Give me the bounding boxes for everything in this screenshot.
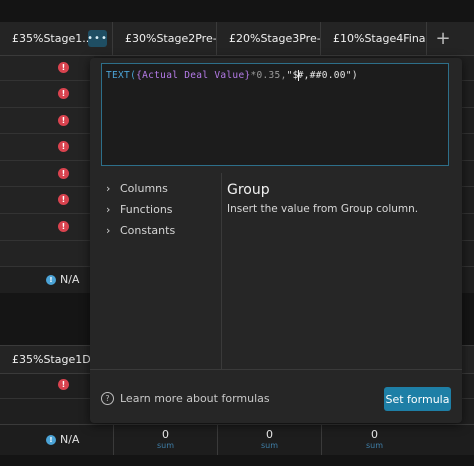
sidebar-item-columns[interactable]: › Columns — [106, 178, 175, 199]
info-description: Insert the value from Group column. — [227, 203, 419, 215]
error-icon[interactable]: ! — [58, 221, 69, 232]
error-icon[interactable]: ! — [58, 88, 69, 99]
formula-field: {Actual Deal Value} — [136, 70, 251, 81]
formula-sidebar: › Columns › Functions › Constants — [106, 178, 175, 241]
column-header-stage1-group[interactable]: £35%Stage1Dep — [0, 346, 95, 373]
learn-more-label: Learn more about formulas — [120, 392, 270, 405]
formula-string: #,##0.00") — [297, 70, 358, 81]
sum-cell[interactable]: 0 sum — [217, 425, 321, 455]
sum-label: sum — [156, 441, 175, 450]
sum-cell[interactable]: 0 sum — [321, 425, 427, 455]
chevron-right-icon: › — [106, 224, 111, 237]
summary-row: ! N/A 0 sum 0 sum 0 sum — [0, 424, 474, 455]
bottom-bar — [0, 455, 474, 466]
sidebar-item-label: Functions — [120, 203, 173, 216]
error-icon[interactable]: ! — [58, 194, 69, 205]
vertical-divider — [221, 173, 222, 369]
info-icon: ! — [46, 274, 56, 285]
sidebar-item-constants[interactable]: › Constants — [106, 220, 175, 241]
column-header-row: £35%Stage1... £30%Stage2Pre-... £20%Stag… — [0, 22, 474, 56]
na-cell: ! N/A — [46, 433, 79, 446]
learn-more-link[interactable]: ? Learn more about formulas — [101, 392, 270, 405]
formula-input[interactable]: TEXT({Actual Deal Value}*0.35,"$#,##0.00… — [101, 63, 449, 166]
grid-column-left — [0, 56, 94, 266]
error-icon[interactable]: ! — [58, 379, 69, 390]
formula-operator: *0.35, — [250, 70, 287, 81]
na-text: N/A — [60, 433, 80, 446]
info-icon: ! — [46, 434, 56, 445]
column-header-stage3[interactable]: £20%Stage3Pre-... — [217, 22, 321, 55]
column-header-label: £10%Stage4Final — [333, 32, 427, 45]
na-text: N/A — [60, 273, 80, 286]
info-title: Group — [227, 182, 270, 198]
add-column-button[interactable]: + — [430, 22, 456, 55]
column-header-label: £35%Stage1... — [12, 32, 93, 45]
column-header-stage2[interactable]: £30%Stage2Pre-... — [113, 22, 217, 55]
error-icon[interactable]: ! — [58, 62, 69, 73]
formula-editor-popup: TEXT({Actual Deal Value}*0.35,"$#,##0.00… — [90, 58, 462, 423]
error-icon[interactable]: ! — [58, 141, 69, 152]
sidebar-item-label: Constants — [120, 224, 176, 237]
horizontal-divider — [90, 369, 462, 370]
chevron-right-icon: › — [106, 182, 111, 195]
set-formula-button[interactable]: Set formula — [384, 387, 451, 411]
sidebar-item-functions[interactable]: › Functions — [106, 199, 175, 220]
help-icon: ? — [101, 392, 114, 405]
formula-function: TEXT( — [106, 70, 137, 81]
sidebar-item-label: Columns — [120, 182, 168, 195]
sum-label: sum — [365, 441, 384, 450]
column-header-label: £20%Stage3Pre-... — [229, 32, 321, 45]
sum-cell[interactable]: 0 sum — [113, 425, 217, 455]
error-icon[interactable]: ! — [58, 168, 69, 179]
top-bar — [0, 0, 474, 22]
sum-value: 0 — [371, 428, 378, 441]
sum-label: sum — [260, 441, 279, 450]
more-horizontal-icon[interactable]: ••• — [87, 30, 107, 47]
column-header-stage4[interactable]: £10%Stage4Final — [321, 22, 427, 55]
column-header-label: £30%Stage2Pre-... — [125, 32, 217, 45]
error-icon[interactable]: ! — [58, 115, 69, 126]
chevron-right-icon: › — [106, 203, 111, 216]
sum-value: 0 — [266, 428, 273, 441]
column-header-label: £35%Stage1Dep — [12, 353, 94, 366]
na-cell: ! N/A — [46, 273, 79, 286]
sum-value: 0 — [162, 428, 169, 441]
